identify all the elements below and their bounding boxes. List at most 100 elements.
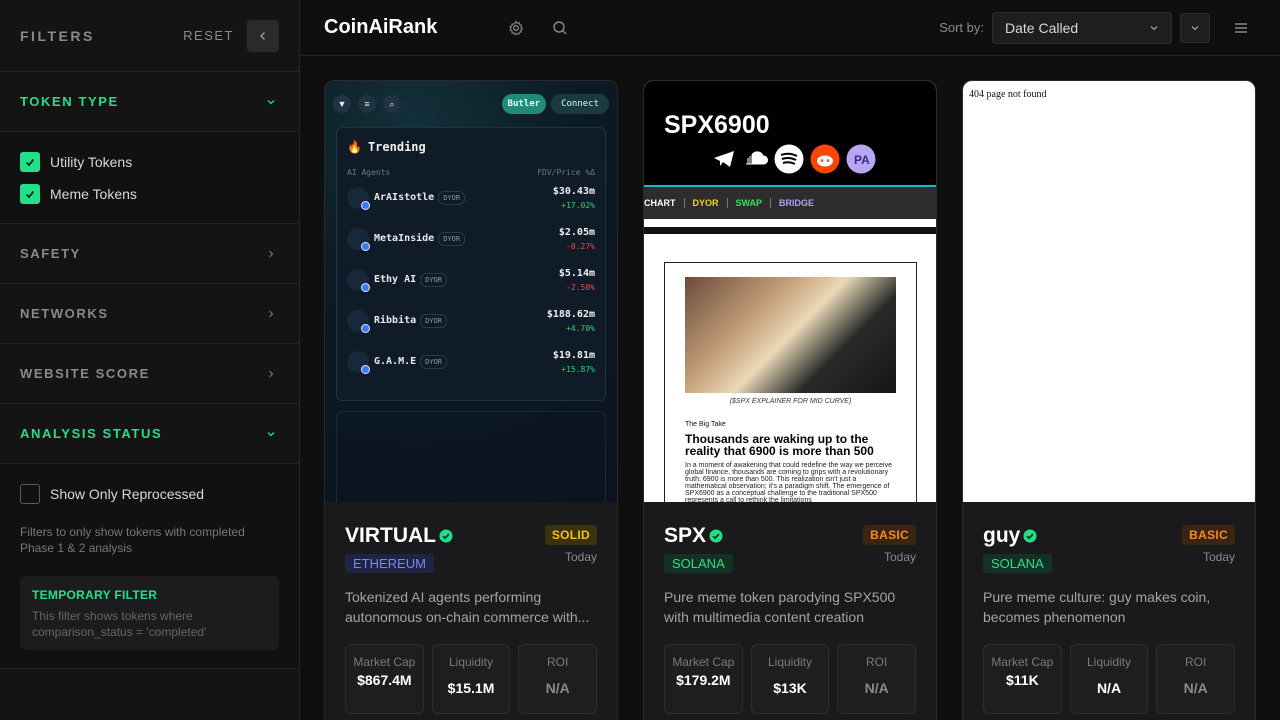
list-item: G.A.M.E DYOR $19.81m +15.87% <box>347 341 595 382</box>
flame-icon: 🔥 <box>347 140 362 154</box>
analysis-status-options: Show Only Reprocessed Filters to only sh… <box>0 464 299 669</box>
stat-roi: ROI N/A <box>518 644 598 714</box>
sort-label: Sort by: <box>939 20 984 35</box>
token-name: VIRTUAL <box>345 524 436 547</box>
spotify-icon <box>774 144 804 174</box>
nav-chart: CHART <box>644 198 685 208</box>
section-networks[interactable]: NETWORKS <box>0 284 299 344</box>
list-item: Ribbita DYOR $188.62m +4.70% <box>347 300 595 341</box>
checkbox-label: Utility Tokens <box>50 154 133 170</box>
preview-header: SPX6900 PA <box>644 81 936 187</box>
chevron-left-icon <box>260 31 265 40</box>
list-item: Ethy AI DYOR $5.14m -2.50% <box>347 259 595 300</box>
stat-label: Market Cap <box>991 655 1054 669</box>
called-date: Today <box>883 550 916 564</box>
website-preview: 404 page not found <box>963 81 1255 502</box>
dyor-tag: DYOR <box>420 313 448 328</box>
token-description: Tokenized AI agents performing autonomou… <box>345 589 590 625</box>
preview-toolbar: ▼ ≡ ⌕ Butler Connect <box>325 81 617 127</box>
trending-heading: Trending <box>367 140 426 154</box>
stat-label: Liquidity <box>767 655 813 669</box>
checkbox-label: Meme Tokens <box>50 186 137 202</box>
soundcloud-icon <box>746 151 768 165</box>
settings-gear-icon[interactable] <box>507 19 525 37</box>
section-label: NETWORKS <box>20 306 109 321</box>
utility-tokens-checkbox[interactable]: Utility Tokens <box>0 146 299 178</box>
meme-tokens-checkbox[interactable]: Meme Tokens <box>0 178 299 210</box>
token-card-guy[interactable]: 404 page not found guy BASIC Today SOLAN… <box>962 80 1256 720</box>
website-preview: SPX6900 PA CHART DYOR SWAP BRIDGE ($SPX … <box>644 81 936 502</box>
section-label: TOKEN TYPE <box>20 94 119 109</box>
rating-badge: BASIC <box>863 525 916 545</box>
col-right: FDV/Price %Δ <box>537 168 595 177</box>
nav-swap: SWAP <box>728 198 772 208</box>
preview-connect-button: Connect <box>551 94 609 114</box>
network-badge: ETHEREUM <box>345 554 434 573</box>
price: $19.81m <box>552 349 595 361</box>
card-info: SPX BASIC Today SOLANA Pure meme token p… <box>644 502 936 714</box>
price: $188.62m <box>546 308 595 320</box>
stat-liquidity: Liquidity N/A <box>1069 644 1149 714</box>
filters-sidebar: FILTERS RESET TOKEN TYPE Utility Tokens … <box>0 0 300 720</box>
app-root: FILTERS RESET TOKEN TYPE Utility Tokens … <box>0 0 1280 720</box>
verified-icon <box>709 529 723 543</box>
card-info: VIRTUAL SOLID Today ETHEREUM Tokenized A… <box>325 502 617 714</box>
menu-icon[interactable] <box>1232 19 1250 37</box>
stat-label: Market Cap <box>672 655 735 669</box>
reset-button[interactable]: RESET <box>183 28 234 43</box>
app-logo[interactable]: CoinAiRank <box>324 16 437 39</box>
avatar <box>347 350 370 374</box>
called-date: Today <box>564 550 597 564</box>
chevron-down-icon <box>265 96 277 108</box>
ticker-strip <box>644 227 936 234</box>
search-icon[interactable] <box>551 19 569 37</box>
chevron-right-icon <box>265 308 277 320</box>
preview-nav: CHART DYOR SWAP BRIDGE <box>644 187 936 219</box>
col-left: AI Agents <box>347 168 391 177</box>
stat-market-cap: Market Cap $867.4M <box>345 644 424 714</box>
token-card-spx[interactable]: SPX6900 PA CHART DYOR SWAP BRIDGE ($SPX … <box>643 80 937 720</box>
collapse-sidebar-button[interactable] <box>247 19 279 52</box>
change: +4.70% <box>566 323 595 333</box>
sort-direction-button[interactable] <box>1180 12 1210 43</box>
section-token-type[interactable]: TOKEN TYPE <box>0 72 299 132</box>
trending-panel: 🔥 Trending AI Agents FDV/Price %Δ ArAIstot… <box>336 127 606 401</box>
stat-value: $179.2M <box>676 672 731 688</box>
checkbox-box <box>20 484 40 504</box>
agent-name: ArAIstotle <box>374 192 435 203</box>
dyor-tag: DYOR <box>438 190 466 205</box>
preview-title: SPX6900 <box>664 111 770 139</box>
agent-name: G.A.M.E <box>374 356 417 367</box>
show-only-reprocessed-checkbox[interactable]: Show Only Reprocessed <box>0 478 299 510</box>
svg-text:PA: PA <box>854 153 870 167</box>
stats-row: Market Cap $867.4M Liquidity $15.1M ROI N/A <box>345 644 598 714</box>
stat-value: $867.4M <box>357 672 412 688</box>
preview-error-text: 404 page not found <box>969 89 1047 100</box>
stat-liquidity: Liquidity $15.1M <box>431 644 511 714</box>
sort-select[interactable]: Date Called <box>992 11 1172 44</box>
temporary-filter-title: TEMPORARY FILTER <box>32 588 158 602</box>
price: $2.05m <box>558 226 595 238</box>
stat-value: $13K <box>773 680 807 696</box>
stat-label: Market Cap <box>353 655 416 669</box>
social-icons: PA <box>712 144 916 174</box>
filter-hint: Filters to only show tokens with complet… <box>20 525 245 555</box>
stat-value: N/A <box>1183 680 1208 696</box>
price: $30.43m <box>552 185 595 197</box>
stat-market-cap: Market Cap $11K <box>983 644 1062 714</box>
agent-name: Ethy AI <box>374 274 417 285</box>
agent-name: Ribbita <box>374 315 417 326</box>
photo-caption: ($SPX EXPLAINER FOR MID CURVE) <box>729 398 852 405</box>
price: $5.14m <box>558 267 595 279</box>
menu-icon: ≡ <box>358 95 376 113</box>
article-preview: ($SPX EXPLAINER FOR MID CURVE) The Big T… <box>664 262 917 502</box>
dyor-tag: DYOR <box>420 354 448 369</box>
avatar <box>347 309 370 333</box>
stat-market-cap: Market Cap $179.2M <box>664 644 743 714</box>
search-icon: ⌕ <box>383 95 401 113</box>
section-analysis-status[interactable]: ANALYSIS STATUS <box>0 404 299 464</box>
section-safety[interactable]: SAFETY <box>0 224 299 284</box>
section-website-score[interactable]: WEBSITE SCORE <box>0 344 299 404</box>
stat-value: N/A <box>545 680 570 696</box>
token-card-virtual[interactable]: ▼ ≡ ⌕ Butler Connect 🔥 Trending AI Agents… <box>324 80 618 720</box>
